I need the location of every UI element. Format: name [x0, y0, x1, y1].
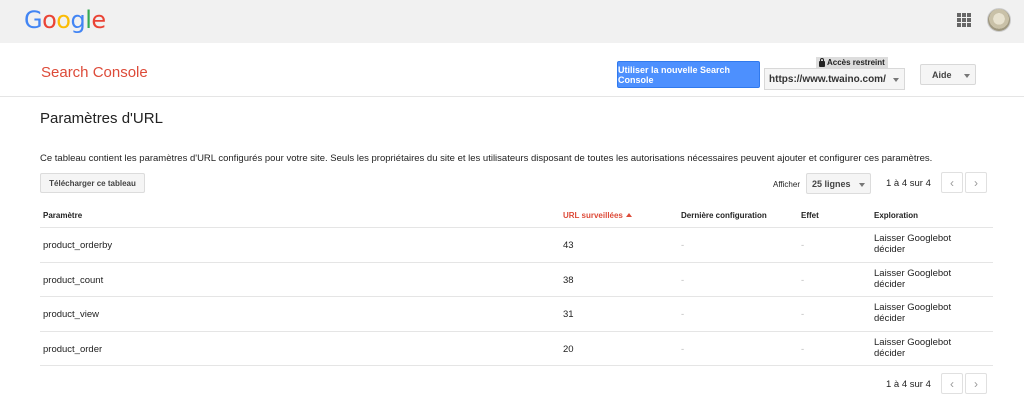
effect-value: - [801, 309, 805, 320]
logo-letter: o [42, 6, 57, 34]
effect-value: - [801, 274, 805, 286]
page-title: Paramètres d'URL [40, 110, 163, 127]
crawl-value: Laisser Googlebot décider [874, 267, 952, 290]
next-page-button[interactable]: › [965, 172, 987, 193]
logo-letter: e [91, 6, 106, 34]
crawl-value: Laisser Googlebot décider [874, 233, 952, 255]
column-header-effect[interactable]: Effet [801, 211, 819, 220]
next-page-button-bottom[interactable]: › [965, 373, 987, 394]
chevron-left-icon: ‹ [950, 376, 954, 391]
effect-value: - [801, 240, 805, 251]
column-header-crawl[interactable]: Exploration [874, 211, 918, 220]
chevron-down-icon [859, 183, 865, 187]
product-name[interactable]: Search Console [41, 64, 148, 81]
site-url: https://www.twaino.com/ [769, 74, 886, 85]
column-header-last-config[interactable]: Dernière configuration [681, 211, 767, 220]
column-header-urls-monitored[interactable]: URL surveillées [563, 211, 632, 220]
pagination-count-bottom: 1 à 4 sur 4 [886, 379, 931, 390]
crawl-value: Laisser Googlebot décider [874, 302, 952, 324]
logo-letter: g [70, 6, 86, 34]
rows-per-page-select[interactable]: 25 lignes [806, 173, 871, 194]
last-config-value: - [681, 343, 685, 355]
parameter-name[interactable]: product_orderby [43, 240, 112, 251]
lock-icon [819, 57, 825, 67]
download-table-button[interactable]: Télécharger ce tableau [40, 173, 145, 193]
restricted-access-badge: Accès restreint [816, 57, 888, 68]
urls-monitored-count: 38 [563, 274, 574, 286]
top-bar: Google [0, 0, 1024, 43]
parameter-name[interactable]: product_view [43, 309, 99, 320]
logo-letter: G [24, 6, 43, 34]
column-header-parameter[interactable]: Paramètre [43, 211, 82, 220]
url-parameters-table: Paramètre URL surveillées Dernière confi… [40, 206, 993, 366]
table-header: Paramètre URL surveillées Dernière confi… [40, 206, 993, 228]
new-search-console-button[interactable]: Utiliser la nouvelle Search Console [617, 61, 760, 88]
last-config-value: - [681, 274, 685, 286]
chevron-right-icon: › [974, 175, 978, 190]
google-logo[interactable]: Google [24, 6, 106, 34]
table-row[interactable]: product_view 31 - - Laisser Googlebot dé… [40, 297, 993, 332]
site-selector[interactable]: https://www.twaino.com/ [764, 68, 905, 90]
sort-ascending-icon [625, 213, 632, 217]
parameter-name[interactable]: product_order [43, 344, 102, 355]
table-row[interactable]: product_order 20 - - Laisser Googlebot d… [40, 332, 993, 366]
rows-per-page-value: 25 lignes [812, 179, 851, 189]
table-row[interactable]: product_orderby 43 - - Laisser Googlebot… [40, 228, 993, 263]
pagination-count: 1 à 4 sur 4 [886, 178, 931, 189]
table-row[interactable]: product_count 38 - - Laisser Googlebot d… [40, 263, 993, 297]
column-header-label: URL surveillées [563, 211, 623, 220]
urls-monitored-count: 20 [563, 343, 574, 355]
last-config-value: - [681, 240, 685, 251]
help-button[interactable]: Aide [920, 64, 976, 85]
chevron-right-icon: › [974, 376, 978, 391]
urls-monitored-count: 43 [563, 240, 574, 251]
page-description: Ce tableau contient les paramètres d'URL… [40, 153, 933, 164]
last-config-value: - [681, 309, 685, 320]
console-header: Search Console Utiliser la nouvelle Sear… [0, 43, 1024, 97]
chevron-down-icon [893, 78, 899, 82]
previous-page-button[interactable]: ‹ [941, 172, 963, 193]
restricted-access-label: Accès restreint [827, 58, 885, 67]
effect-value: - [801, 343, 805, 355]
avatar[interactable] [987, 8, 1011, 32]
apps-grid-icon[interactable] [957, 13, 971, 27]
urls-monitored-count: 31 [563, 309, 574, 320]
rows-per-page-label: Afficher [773, 180, 800, 189]
previous-page-button-bottom[interactable]: ‹ [941, 373, 963, 394]
chevron-left-icon: ‹ [950, 175, 954, 190]
crawl-value: Laisser Googlebot décider [874, 336, 952, 359]
logo-letter: o [56, 6, 71, 34]
chevron-down-icon [964, 74, 970, 78]
help-label: Aide [932, 70, 952, 80]
parameter-name[interactable]: product_count [43, 275, 103, 286]
